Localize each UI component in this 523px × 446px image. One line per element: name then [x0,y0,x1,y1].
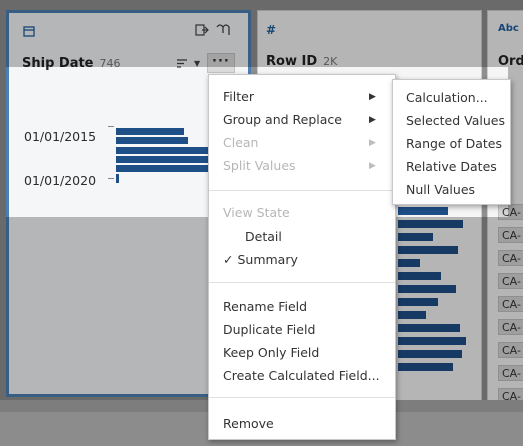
histogram-bar[interactable] [398,298,438,306]
ellipsis-icon: ··· [212,54,230,69]
menu-item-rename-field[interactable]: Rename Field [223,299,307,314]
value-cell[interactable]: CA- [498,250,523,266]
menu-separator [209,190,395,191]
submenu-arrow-icon: ▶ [369,161,376,171]
tick-mark [108,178,114,179]
histogram-bar[interactable] [398,207,448,215]
distinct-count: 746 [99,57,121,70]
submenu-item-range-of-dates[interactable]: Range of Dates [406,136,502,151]
context-menu: Filter ▶ Group and Replace ▶ Clean ▶ Spl… [208,74,396,440]
order-id-card[interactable]: Abc Ord CA- CA- CA- CA- CA- CA- CA- CA- … [487,10,523,420]
value-cell[interactable]: CA- [498,319,523,335]
export-icon[interactable] [195,23,209,41]
value-cell[interactable]: CA- [498,296,523,312]
menu-item-label: Summary [237,252,298,267]
menu-item-duplicate-field[interactable]: Duplicate Field [223,322,315,337]
value-cell[interactable]: CA- [498,204,523,220]
histogram-bar[interactable] [398,363,453,371]
calendar-icon [23,25,35,40]
menu-separator [209,282,395,283]
histogram-bar[interactable] [116,128,184,135]
histogram-bar[interactable] [398,285,456,293]
tick-label-start: 01/01/2015 [24,129,97,144]
histogram-bar[interactable] [398,246,458,254]
submenu-item-calculation[interactable]: Calculation... [406,90,488,105]
histogram-bar[interactable] [116,165,216,172]
menu-item-detail[interactable]: Detail [245,229,282,244]
menu-item-filter[interactable]: Filter [223,89,254,104]
sort-dropdown-icon[interactable]: ▼ [194,59,200,68]
field-header: Row ID 2K [266,54,337,69]
tick-mark [108,126,114,127]
histogram-bar[interactable] [398,220,463,228]
submenu-item-selected-values[interactable]: Selected Values [406,113,505,128]
menu-item-summary[interactable]: ✓ Summary [223,252,298,267]
histogram-bar[interactable] [398,350,462,358]
value-cell[interactable]: CA- [498,227,523,243]
histogram-bar[interactable] [398,233,433,241]
submenu-item-relative-dates[interactable]: Relative Dates [406,159,497,174]
field-title: Ord [498,54,523,69]
recommendation-icon[interactable] [215,23,231,41]
histogram-bar[interactable] [116,174,119,183]
histogram-bar[interactable] [398,337,466,345]
filter-submenu: Calculation... Selected Values Range of … [392,79,511,205]
menu-item-clean: Clean [223,135,259,150]
checkmark-icon: ✓ [223,252,234,267]
menu-separator [209,397,395,398]
submenu-arrow-icon: ▶ [369,138,376,148]
histogram-bar[interactable] [398,324,460,332]
menu-heading-view-state: View State [223,205,290,220]
histogram-bar[interactable] [116,137,188,144]
histogram-bar[interactable] [398,259,420,267]
menu-item-create-calculated-field[interactable]: Create Calculated Field... [223,368,380,383]
tick-label-end: 01/01/2020 [24,173,97,188]
field-title: Row ID [266,54,318,69]
menu-item-group-replace[interactable]: Group and Replace [223,112,342,127]
submenu-arrow-icon: ▶ [369,115,376,125]
menu-item-split-values: Split Values [223,158,296,173]
value-cell[interactable]: CA- [498,342,523,358]
string-type-icon: Abc [498,23,519,34]
distinct-count: 2K [323,55,338,68]
field-title: Ship Date [22,56,94,71]
menu-item-keep-only-field[interactable]: Keep Only Field [223,345,319,360]
histogram-bar[interactable] [398,272,441,280]
submenu-item-null-values[interactable]: Null Values [406,182,475,197]
submenu-arrow-icon: ▶ [369,92,376,102]
sort-icon[interactable] [176,58,188,73]
value-cell[interactable]: CA- [498,365,523,381]
menu-item-remove[interactable]: Remove [223,416,274,431]
more-options-button[interactable]: ··· [207,53,235,73]
field-header: Ship Date 746 [22,56,121,71]
histogram-bar[interactable] [116,156,211,163]
number-type-icon: # [266,23,277,37]
value-cell[interactable]: CA- [498,273,523,289]
histogram-bar[interactable] [398,311,426,319]
histogram-bar[interactable] [116,147,208,154]
